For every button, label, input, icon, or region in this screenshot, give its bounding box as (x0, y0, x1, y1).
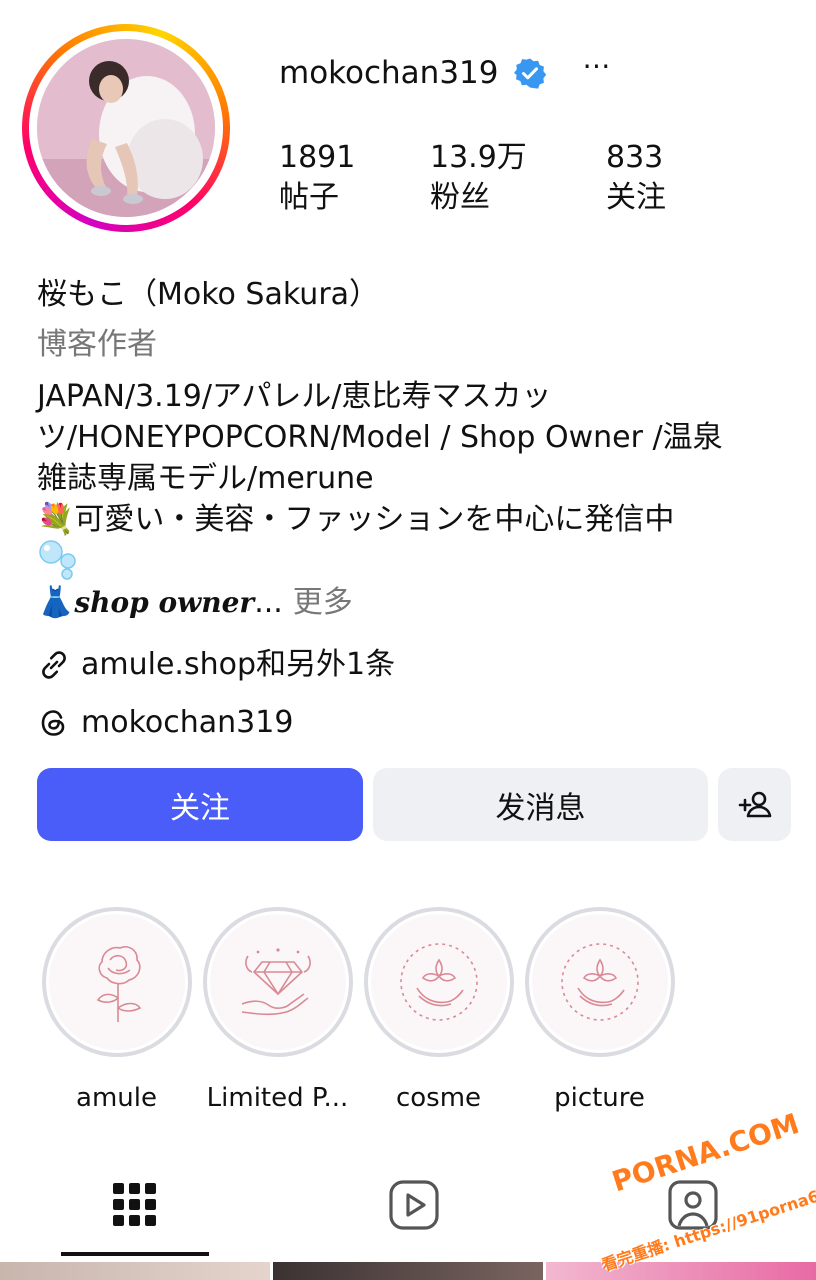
external-link-text: amule.shop和另外1条 (81, 647, 396, 682)
highlight-ring (524, 907, 675, 1057)
highlight-amule[interactable]: amule (36, 907, 197, 1115)
ellipsis: ... (254, 585, 283, 620)
stat-posts-label: 帖子 (279, 180, 339, 215)
username-row: mokochan319 ⋯ (279, 52, 611, 94)
profile-stats: 1891 帖子 13.9万 粉丝 833 关注 (279, 138, 666, 218)
highlight-ring (363, 907, 514, 1057)
threads-icon (41, 710, 65, 736)
highlight-cover (209, 914, 346, 1050)
highlight-ring (202, 907, 353, 1057)
grid-icon (113, 1183, 156, 1226)
tab-posts-grid[interactable] (100, 1170, 170, 1240)
highlight-label: Limited P... (206, 1083, 349, 1113)
highlight-label: amule (76, 1083, 157, 1113)
avatar-photo (37, 39, 215, 217)
bio-shop-line: 👗 shop owner ... 更多 (37, 580, 797, 626)
bio-line: ツ/HONEYPOPCORN/Model / Shop Owner /温泉 (37, 420, 723, 455)
bio-line: 💐可愛い・美容・ファッションを中心に発信中 (37, 502, 675, 537)
stat-posts[interactable]: 1891 帖子 (279, 138, 430, 218)
lotus-hand-icon (399, 943, 478, 1021)
bio-more-link[interactable]: 更多 (293, 580, 353, 626)
add-person-icon (738, 791, 771, 817)
more-options-icon[interactable]: ⋯ (582, 52, 611, 80)
stat-following[interactable]: 833 关注 (606, 138, 666, 218)
threads-link[interactable]: mokochan319 (37, 702, 797, 744)
link-icon (42, 651, 66, 679)
highlight-cover (370, 914, 507, 1050)
follow-button[interactable]: 关注 (37, 768, 363, 841)
post-thumbnail[interactable] (0, 1262, 270, 1280)
suggest-users-button[interactable] (718, 768, 791, 841)
diamond-hand-icon (241, 948, 311, 1016)
threads-username: mokochan319 (81, 705, 294, 740)
tab-tagged[interactable] (658, 1170, 728, 1240)
bio-line: JAPAN/3.19/アパレル/恵比寿マスカッ (37, 379, 552, 414)
story-highlights: amule Limited P... cosme picture (36, 907, 680, 1115)
highlight-cosme[interactable]: cosme (358, 907, 519, 1115)
message-button[interactable]: 发消息 (373, 768, 708, 841)
bio-text: JAPAN/3.19/アパレル/恵比寿マスカッ ツ/HONEYPOPCORN/M… (37, 376, 797, 580)
external-link[interactable]: amule.shop和另外1条 (37, 644, 797, 686)
lotus-hand-icon (560, 943, 639, 1021)
display-name: 桜もこ（Moko Sakura） (37, 277, 380, 312)
avatar[interactable] (37, 39, 215, 217)
posts-grid-preview (0, 1262, 816, 1280)
bio-line: 雑誌専属モデル/merune (37, 461, 374, 496)
post-thumbnail[interactable] (273, 1262, 543, 1280)
rose-icon (96, 945, 141, 1022)
stat-posts-value: 1891 (279, 140, 356, 175)
profile-category: 博客作者 (37, 327, 157, 362)
highlight-label: picture (554, 1083, 645, 1113)
username: mokochan319 (279, 55, 499, 91)
profile-avatar-ring[interactable] (22, 24, 230, 232)
reels-icon (389, 1180, 439, 1230)
tab-reels[interactable] (379, 1170, 449, 1240)
highlight-cover (48, 914, 185, 1050)
stat-following-label: 关注 (606, 180, 666, 215)
stat-following-value: 833 (606, 140, 664, 175)
tagged-icon (668, 1180, 718, 1230)
highlight-cover (531, 914, 668, 1050)
stat-followers[interactable]: 13.9万 粉丝 (430, 138, 606, 218)
active-tab-indicator (61, 1252, 209, 1256)
shop-owner-text: shop owner (74, 586, 255, 619)
bubbles-icon (39, 540, 76, 580)
stat-followers-value: 13.9万 (430, 140, 527, 175)
highlight-ring (41, 907, 192, 1057)
verified-badge-icon (514, 58, 547, 89)
stat-followers-label: 粉丝 (430, 180, 490, 215)
highlight-limited[interactable]: Limited P... (197, 907, 358, 1115)
highlight-picture[interactable]: picture (519, 907, 680, 1115)
highlight-label: cosme (395, 1083, 482, 1113)
post-thumbnail[interactable] (546, 1262, 816, 1280)
dress-icon: 👗 (37, 585, 75, 620)
